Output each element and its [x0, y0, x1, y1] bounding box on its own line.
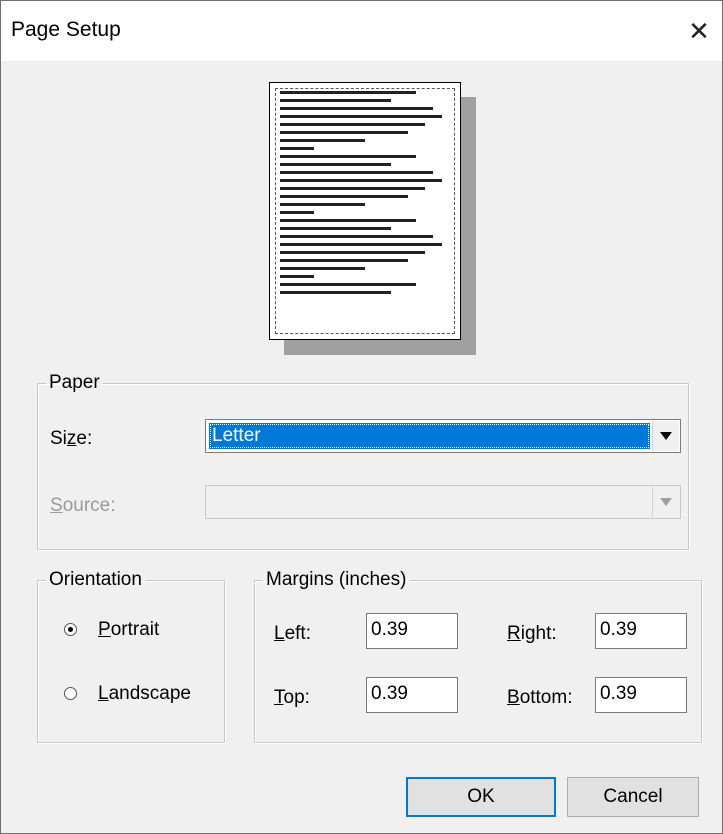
preview-text-line — [280, 171, 433, 174]
preview-text-line — [280, 275, 314, 278]
preview-text-line — [280, 91, 416, 94]
preview-text-line — [280, 267, 365, 270]
page-preview — [269, 82, 461, 340]
preview-text-line — [280, 227, 391, 230]
left-margin-input[interactable]: 0.39 — [366, 613, 458, 649]
portrait-label[interactable]: Portrait — [98, 619, 159, 641]
bottom-margin-label: Bottom: — [507, 687, 573, 708]
margins-group: Margins (inches) — [254, 569, 702, 743]
preview-text-line — [280, 187, 425, 190]
source-dropdown-button[interactable] — [652, 487, 679, 517]
preview-text-line — [280, 115, 442, 118]
ok-button[interactable]: OK — [406, 777, 556, 817]
preview-text-line — [280, 235, 433, 238]
preview-text-line — [280, 259, 408, 262]
preview-text-line — [280, 155, 416, 158]
cancel-button[interactable]: Cancel — [567, 777, 699, 817]
preview-text-line — [280, 123, 425, 126]
preview-text-line — [280, 251, 425, 254]
chevron-down-icon — [660, 432, 672, 440]
preview-text-line — [280, 291, 391, 294]
landscape-label[interactable]: Landscape — [98, 683, 191, 705]
page-setup-dialog: Page Setup ✕ Paper Size: Letter Source: … — [0, 0, 723, 834]
preview-text-line — [280, 243, 442, 246]
margins-legend: Margins (inches) — [266, 569, 407, 590]
preview-text-line — [280, 163, 391, 166]
preview-text-line — [280, 99, 391, 102]
source-select[interactable] — [205, 485, 681, 519]
right-margin-input[interactable]: 0.39 — [595, 613, 687, 649]
source-label: Source: — [50, 495, 116, 516]
preview-text-line — [280, 203, 365, 206]
preview-text-line — [280, 131, 408, 134]
preview-text-line — [280, 211, 314, 214]
title-bar: Page Setup ✕ — [1, 1, 722, 61]
paper-group: Paper — [37, 372, 689, 550]
preview-text-line — [280, 139, 365, 142]
portrait-radio[interactable] — [64, 623, 77, 636]
size-select-value: Letter — [209, 423, 650, 449]
chevron-down-icon — [660, 498, 672, 506]
preview-text-line — [280, 107, 433, 110]
window-title: Page Setup — [11, 18, 121, 41]
orientation-legend: Orientation — [49, 569, 142, 590]
radio-selected-dot — [68, 627, 73, 632]
close-icon[interactable]: ✕ — [681, 13, 717, 49]
size-dropdown-button[interactable] — [652, 421, 679, 451]
orientation-group: Orientation — [37, 569, 225, 743]
size-label: Size: — [50, 428, 93, 449]
size-select[interactable]: Letter — [205, 419, 681, 453]
preview-text-lines — [280, 91, 450, 299]
left-margin-label: Left: — [274, 623, 311, 644]
paper-legend: Paper — [49, 372, 100, 393]
bottom-margin-input[interactable]: 0.39 — [595, 677, 687, 713]
top-margin-label: Top: — [274, 687, 310, 708]
landscape-radio[interactable] — [64, 687, 77, 700]
preview-text-line — [280, 147, 314, 150]
preview-text-line — [280, 219, 416, 222]
preview-text-line — [280, 283, 416, 286]
preview-text-line — [280, 179, 442, 182]
top-margin-input[interactable]: 0.39 — [366, 677, 458, 713]
right-margin-label: Right: — [507, 623, 557, 644]
preview-text-line — [280, 195, 408, 198]
